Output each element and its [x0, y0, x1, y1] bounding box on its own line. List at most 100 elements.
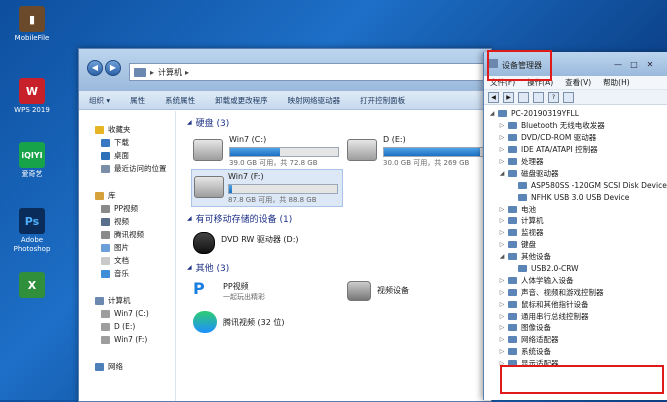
menu-view[interactable]: 查看(V) — [559, 77, 597, 88]
nav-downloads[interactable]: 下载 — [79, 136, 175, 149]
expand-arrow-icon[interactable]: ▷ — [498, 348, 506, 355]
nav-network[interactable]: 网络 — [79, 360, 175, 373]
expand-arrow-icon[interactable]: ▷ — [498, 289, 506, 296]
close-button[interactable]: ✕ — [644, 60, 656, 69]
desktop-icon-iqiyi[interactable]: iQIYI 爱奇艺 — [8, 142, 56, 179]
explorer-body: 收藏夹 下载 桌面 最近访问的位置 库 PP视频 视频 腾讯视频 图片 文档 音… — [79, 111, 493, 401]
expand-arrow-icon[interactable]: ▷ — [498, 217, 506, 224]
forward-arrow-icon[interactable]: ▶ — [503, 91, 514, 103]
map-network-drive-button[interactable]: 映射网络驱动器 — [278, 95, 351, 106]
device-tree-item[interactable]: ▷ Bluetooth 无线电收发器 — [484, 120, 667, 132]
device-tree-item[interactable]: ▷ 处理器 — [484, 156, 667, 168]
uninstall-program-button[interactable]: 卸载或更改程序 — [205, 95, 278, 106]
expand-arrow-icon[interactable]: ▷ — [498, 122, 506, 129]
nav-music[interactable]: 音乐 — [79, 267, 175, 280]
video-device-item[interactable]: 视频设备 — [347, 279, 487, 305]
device-tree-item[interactable]: ▷ 通用串行总线控制器 — [484, 310, 667, 322]
device-tree-item[interactable]: ◢ 其他设备 — [484, 251, 667, 263]
group-header-removable[interactable]: ◢ 有可移动存储的设备 (1) — [187, 212, 292, 225]
device-tree-item[interactable]: ▷ 计算机 — [484, 215, 667, 227]
properties-icon[interactable] — [533, 91, 544, 103]
organize-button[interactable]: 组织 ▾ — [79, 95, 120, 106]
expand-arrow-icon[interactable]: ▷ — [498, 229, 506, 236]
device-tree-item[interactable]: NFHK USB 3.0 USB Device — [484, 191, 667, 203]
nav-drive-f[interactable]: Win7 (F:) — [79, 333, 175, 346]
nav-documents[interactable]: 文档 — [79, 254, 175, 267]
breadcrumb-arrow[interactable]: ▸ — [185, 68, 189, 77]
nav-desktop[interactable]: 桌面 — [79, 149, 175, 162]
desktop-icon-label: Adobe Photoshop — [13, 236, 51, 253]
drive-c[interactable]: Win7 (C:) 39.0 GB 可用，共 72.8 GB — [193, 135, 343, 169]
desktop-icon-excel[interactable]: X — [8, 272, 56, 300]
nav-computer[interactable]: 计算机 — [79, 294, 175, 307]
device-tree-item[interactable]: ▷ 鼠标和其他指针设备 — [484, 298, 667, 310]
back-arrow-icon[interactable]: ◀ — [488, 91, 499, 103]
expand-arrow-icon[interactable]: ▷ — [498, 134, 506, 141]
breadcrumb-computer[interactable]: 计算机 — [158, 67, 182, 78]
pp-video-item[interactable]: P PP视频 一起玩出精彩 — [193, 279, 333, 305]
device-tree-item[interactable]: ▷ 声音、视频和游戏控制器 — [484, 286, 667, 298]
device-tree-item[interactable]: ▷ 网络适配器 — [484, 334, 667, 346]
desktop-icon-wps[interactable]: W WPS 2019 — [8, 78, 56, 115]
expand-arrow-icon[interactable]: ▷ — [498, 277, 506, 284]
computer-icon — [95, 296, 104, 305]
forward-button[interactable]: ▶ — [105, 60, 121, 76]
nav-libraries[interactable]: 库 — [79, 189, 175, 202]
collapse-arrow-icon[interactable]: ◢ — [488, 110, 496, 117]
expand-arrow-icon[interactable]: ▷ — [498, 241, 506, 248]
tencent-video-item[interactable]: 腾讯视频 (32 位) — [193, 311, 353, 337]
device-tree-item[interactable]: ▷ 电池 — [484, 203, 667, 215]
device-manager-window: 设备管理器 — □ ✕ 文件(F) 操作(A) 查看(V) 帮助(H) ◀ ▶ … — [483, 52, 667, 400]
collapse-arrow-icon[interactable]: ◢ — [498, 170, 506, 177]
group-header-hdd[interactable]: ◢ 硬盘 (3) — [187, 116, 229, 129]
expand-arrow-icon[interactable]: ▷ — [498, 301, 506, 308]
desktop-icon-photoshop[interactable]: Ps Adobe Photoshop — [8, 208, 56, 254]
nav-videos[interactable]: 视频 — [79, 215, 175, 228]
devmgr-toolbar: ◀ ▶ ? — [484, 90, 667, 105]
menu-help[interactable]: 帮助(H) — [597, 77, 636, 88]
desktop-icon-mobilefile[interactable]: ▮ MobileFile — [8, 6, 56, 43]
expand-arrow-icon[interactable]: ▷ — [498, 336, 506, 343]
hard-drive-icon — [347, 139, 377, 161]
open-control-panel-button[interactable]: 打开控制面板 — [350, 95, 415, 106]
device-tree-item[interactable]: ▷ IDE ATA/ATAPI 控制器 — [484, 144, 667, 156]
expand-arrow-icon[interactable]: ▷ — [498, 146, 506, 153]
device-tree-item[interactable]: ▷ 图像设备 — [484, 322, 667, 334]
nav-pictures[interactable]: 图片 — [79, 241, 175, 254]
back-button[interactable]: ◀ — [87, 60, 103, 76]
expand-arrow-icon[interactable]: ▷ — [498, 324, 506, 331]
dvd-drive[interactable]: DVD RW 驱动器 (D:) — [193, 228, 343, 254]
device-tree-item[interactable]: USB2.0-CRW — [484, 263, 667, 275]
nav-favorites[interactable]: 收藏夹 — [79, 123, 175, 136]
collapse-arrow-icon[interactable]: ◢ — [498, 253, 506, 260]
nav-tencent-video[interactable]: 腾讯视频 — [79, 228, 175, 241]
device-tree-item[interactable]: ◢ PC-20190319YFLL — [484, 108, 667, 120]
device-tree-item[interactable]: ◢ 磁盘驱动器 — [484, 167, 667, 179]
scan-hardware-icon[interactable] — [563, 91, 574, 103]
nav-drive-c[interactable]: Win7 (C:) — [79, 307, 175, 320]
device-tree-item[interactable]: ▷ 人体学输入设备 — [484, 274, 667, 286]
content-pane: ◢ 硬盘 (3) Win7 (C:) 39.0 GB 可用，共 72.8 GB … — [179, 111, 493, 401]
show-hide-tree-icon[interactable] — [518, 91, 529, 103]
drive-icon — [101, 335, 110, 344]
expand-arrow-icon[interactable]: ▷ — [498, 313, 506, 320]
expand-arrow-icon[interactable]: ▷ — [498, 158, 506, 165]
drive-e[interactable]: D (E:) 30.0 GB 可用，共 269 GB — [347, 135, 497, 169]
nav-pp-video[interactable]: PP视频 — [79, 202, 175, 215]
expand-arrow-icon[interactable]: ▷ — [498, 206, 506, 213]
nav-recent[interactable]: 最近访问的位置 — [79, 162, 175, 175]
nav-drive-e[interactable]: D (E:) — [79, 320, 175, 333]
system-properties-button[interactable]: 系统属性 — [155, 95, 205, 106]
properties-button[interactable]: 属性 — [120, 95, 155, 106]
device-tree-item[interactable]: ▷ 监视器 — [484, 227, 667, 239]
address-bar[interactable]: ▸ 计算机 ▸ — [129, 63, 486, 81]
device-tree-item[interactable]: ASP580SS -120GM SCSI Disk Device — [484, 179, 667, 191]
minimize-button[interactable]: — — [612, 60, 624, 69]
device-tree-item[interactable]: ▷ 键盘 — [484, 239, 667, 251]
help-icon[interactable]: ? — [548, 91, 559, 103]
device-tree-item[interactable]: ▷ 系统设备 — [484, 346, 667, 358]
device-tree-item[interactable]: ▷ DVD/CD-ROM 驱动器 — [484, 132, 667, 144]
group-header-other[interactable]: ◢ 其他 (3) — [187, 261, 229, 274]
drive-f[interactable]: Win7 (F:) 87.8 GB 可用，共 88.8 GB — [191, 169, 343, 207]
maximize-button[interactable]: □ — [628, 60, 640, 69]
